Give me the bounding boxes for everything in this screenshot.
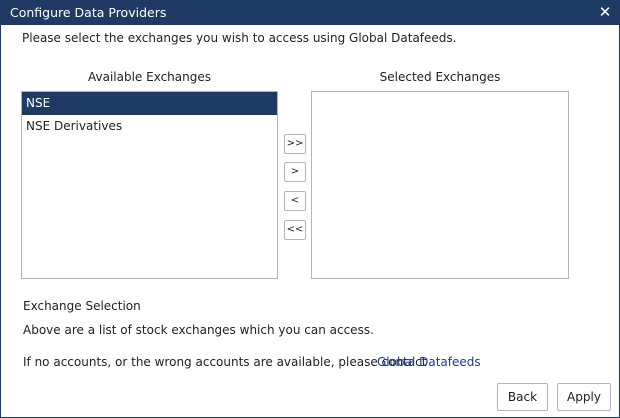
add-button[interactable]: >: [284, 162, 306, 182]
selected-exchanges-label: Selected Exchanges: [379, 70, 501, 84]
apply-button[interactable]: Apply: [557, 383, 611, 411]
exchange-selection-description: Above are a list of stock exchanges whic…: [23, 323, 374, 337]
add-all-button[interactable]: >>: [284, 134, 306, 154]
global-datafeeds-link[interactable]: Global Datafeeds: [377, 355, 481, 369]
configure-data-providers-dialog: Configure Data Providers ✕ Please select…: [0, 0, 620, 418]
instruction-text: Please select the exchanges you wish to …: [22, 31, 457, 45]
close-icon[interactable]: ✕: [597, 3, 613, 21]
contact-text: If no accounts, or the wrong accounts ar…: [23, 355, 427, 369]
back-button[interactable]: Back: [497, 383, 548, 411]
title-bar: Configure Data Providers ✕: [1, 1, 619, 25]
remove-button[interactable]: <: [284, 191, 306, 211]
list-item-nse[interactable]: NSE: [22, 92, 277, 115]
available-exchanges-list[interactable]: NSE NSE Derivatives: [21, 91, 278, 279]
exchange-selection-heading: Exchange Selection: [23, 299, 141, 313]
list-item-nse-derivatives[interactable]: NSE Derivatives: [22, 115, 277, 138]
remove-all-button[interactable]: <<: [284, 220, 306, 240]
window-title: Configure Data Providers: [10, 5, 167, 20]
selected-exchanges-list[interactable]: [311, 91, 569, 279]
available-exchanges-label: Available Exchanges: [87, 70, 212, 84]
